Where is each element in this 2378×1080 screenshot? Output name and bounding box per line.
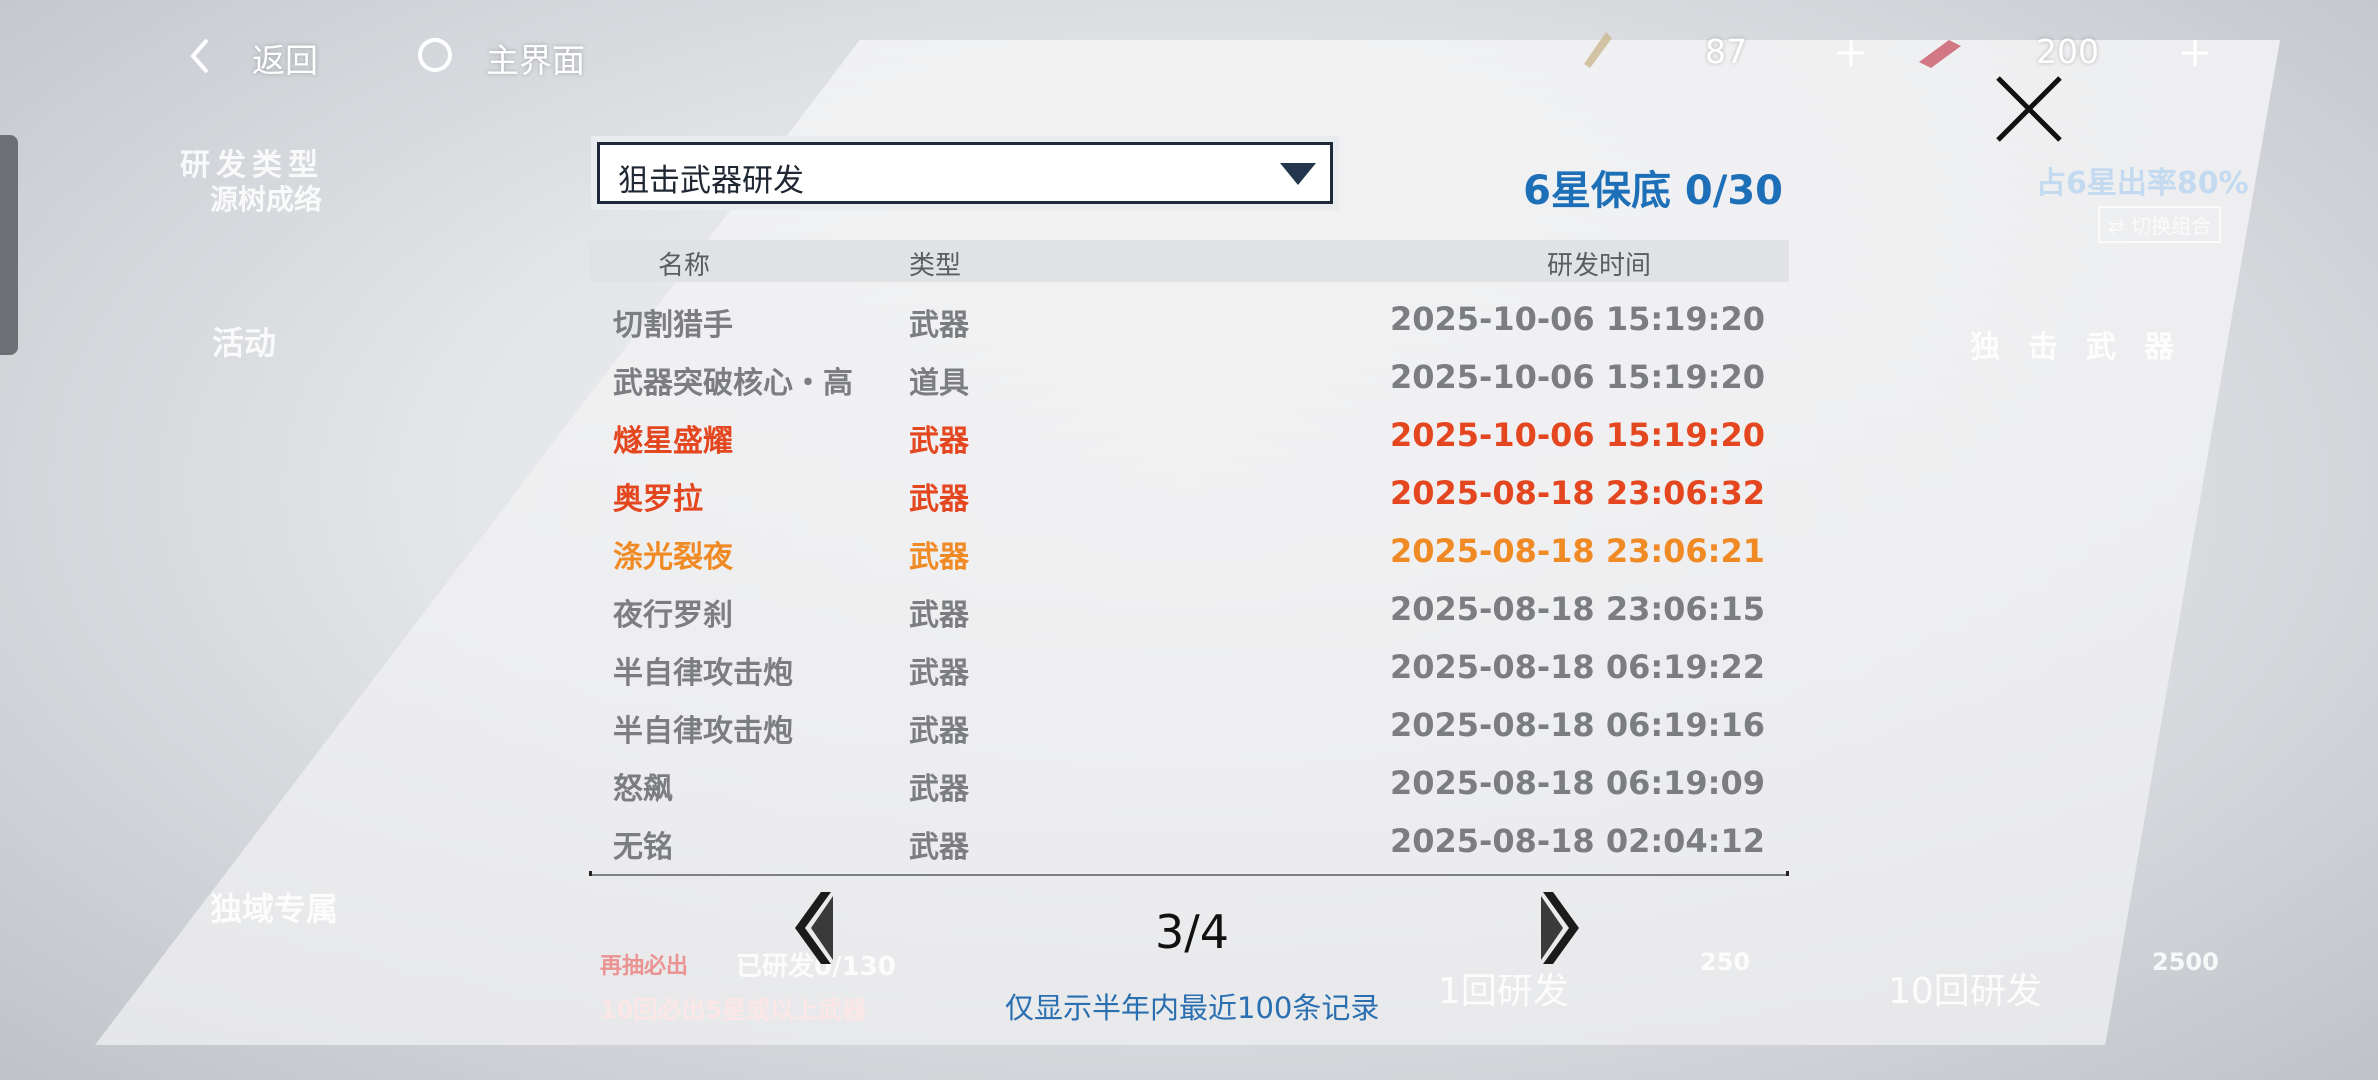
item-type: 武器 [909, 308, 969, 343]
item-type: 武器 [909, 424, 969, 459]
chevron-down-icon [1280, 163, 1316, 185]
table-row: 燧星盛耀 武器 2025-10-06 15:19:20 [589, 406, 1789, 464]
item-name: 无铭 [613, 830, 673, 865]
one-pull-cost: 250 [1700, 948, 1751, 976]
add-currency-1-icon[interactable] [1836, 38, 1866, 72]
one-pull-button[interactable]: 1回研发 [1438, 962, 1569, 1014]
pity-tag: 再抽必出 [600, 954, 689, 979]
item-type: 道具 [909, 366, 969, 401]
side-drawer-handle[interactable] [0, 135, 18, 355]
prev-page-icon[interactable] [787, 888, 847, 968]
item-time: 2025-10-06 15:19:20 [1389, 416, 1765, 454]
dropdown-selected-value: 狙击武器研发 [618, 163, 804, 199]
switch-combo-button[interactable]: ⇄ 切换组合 [2098, 206, 2222, 243]
switch-icon: ⇄ [2108, 214, 2132, 238]
column-type: 类型 [909, 251, 962, 281]
history-note: 仅显示半年内最近100条记录 [1005, 991, 1380, 1025]
home-icon[interactable] [416, 36, 454, 78]
item-type: 武器 [909, 540, 969, 575]
item-time: 2025-08-18 06:19:16 [1389, 706, 1765, 744]
item-name: 涤光裂夜 [613, 540, 733, 575]
item-time: 2025-08-18 23:06:15 [1389, 590, 1765, 628]
add-currency-2-icon[interactable] [2180, 38, 2210, 72]
currency-1-value: 87 [1705, 32, 1747, 71]
item-type: 武器 [909, 482, 969, 517]
item-name: 夜行罗刹 [613, 598, 733, 633]
item-name: 半自律攻击炮 [613, 656, 793, 691]
ten-pull-cost: 2500 [2152, 948, 2219, 976]
item-time: 2025-08-18 06:19:22 [1389, 648, 1765, 686]
back-icon[interactable] [185, 36, 215, 80]
bg-left-item-3[interactable]: 独域专属 [210, 884, 338, 930]
column-time: 研发时间 [1547, 251, 1652, 281]
item-time: 2025-10-06 15:19:20 [1389, 358, 1765, 396]
item-type: 武器 [909, 598, 969, 633]
item-time: 2025-08-18 23:06:32 [1389, 474, 1765, 512]
column-name: 名称 [658, 251, 711, 281]
table-row: 涤光裂夜 武器 2025-08-18 23:06:21 [589, 522, 1789, 580]
switch-combo-label: 切换组合 [2131, 214, 2212, 238]
currency-2-icon [1915, 26, 1965, 74]
item-name: 半自律攻击炮 [613, 714, 793, 749]
pity-counter: 6星保底 0/30 [1523, 168, 1783, 214]
ten-pull-button[interactable]: 10回研发 [1888, 962, 2042, 1014]
bg-left-item-1[interactable]: 源树成络 [210, 178, 322, 218]
currency-1-icon [1576, 26, 1620, 74]
item-name: 奥罗拉 [613, 482, 703, 517]
close-icon[interactable] [1994, 74, 2064, 148]
table-header: 名称 类型 研发时间 [589, 240, 1789, 282]
item-name: 怒飙 [613, 772, 673, 807]
item-type: 武器 [909, 830, 969, 865]
item-name: 燧星盛耀 [613, 424, 733, 459]
table-row: 半自律攻击炮 武器 2025-08-18 06:19:22 [589, 638, 1789, 696]
page-indicator: 3/4 [1155, 905, 1230, 959]
table-row: 奥罗拉 武器 2025-08-18 23:06:32 [589, 464, 1789, 522]
item-time: 2025-10-06 15:19:20 [1389, 300, 1765, 338]
item-type: 武器 [909, 714, 969, 749]
table-row: 半自律攻击炮 武器 2025-08-18 06:19:16 [589, 696, 1789, 754]
item-time: 2025-08-18 06:19:09 [1389, 764, 1765, 802]
table-row: 武器突破核心・高 道具 2025-10-06 15:19:20 [589, 348, 1789, 406]
home-button[interactable]: 主界面 [486, 34, 585, 82]
item-type: 武器 [909, 772, 969, 807]
pity-bottom-note: 10回必出5星或以上武器 [600, 996, 867, 1024]
weapon-banner-title: 独击武器 [1970, 330, 2202, 365]
table-row: 夜行罗刹 武器 2025-08-18 23:06:15 [589, 580, 1789, 638]
item-name: 武器突破核心・高 [613, 366, 853, 401]
item-name: 切割猎手 [613, 308, 733, 343]
bg-left-item-2[interactable]: 活动 [212, 318, 276, 364]
table-row: 无铭 武器 2025-08-18 02:04:12 [589, 812, 1789, 870]
table-divider [589, 871, 1789, 876]
item-time: 2025-08-18 02:04:12 [1389, 822, 1765, 860]
next-page-icon[interactable] [1527, 888, 1587, 968]
table-row: 怒飙 武器 2025-08-18 06:19:09 [589, 754, 1789, 812]
currency-2-value: 200 [2036, 32, 2099, 71]
table-row: 切割猎手 武器 2025-10-06 15:19:20 [589, 290, 1789, 348]
research-type-dropdown[interactable]: 狙击武器研发 [597, 142, 1333, 204]
rate-label: 占6星出率80% [2036, 166, 2249, 201]
back-button[interactable]: 返回 [252, 34, 318, 82]
item-type: 武器 [909, 656, 969, 691]
item-time: 2025-08-18 23:06:21 [1389, 532, 1765, 570]
